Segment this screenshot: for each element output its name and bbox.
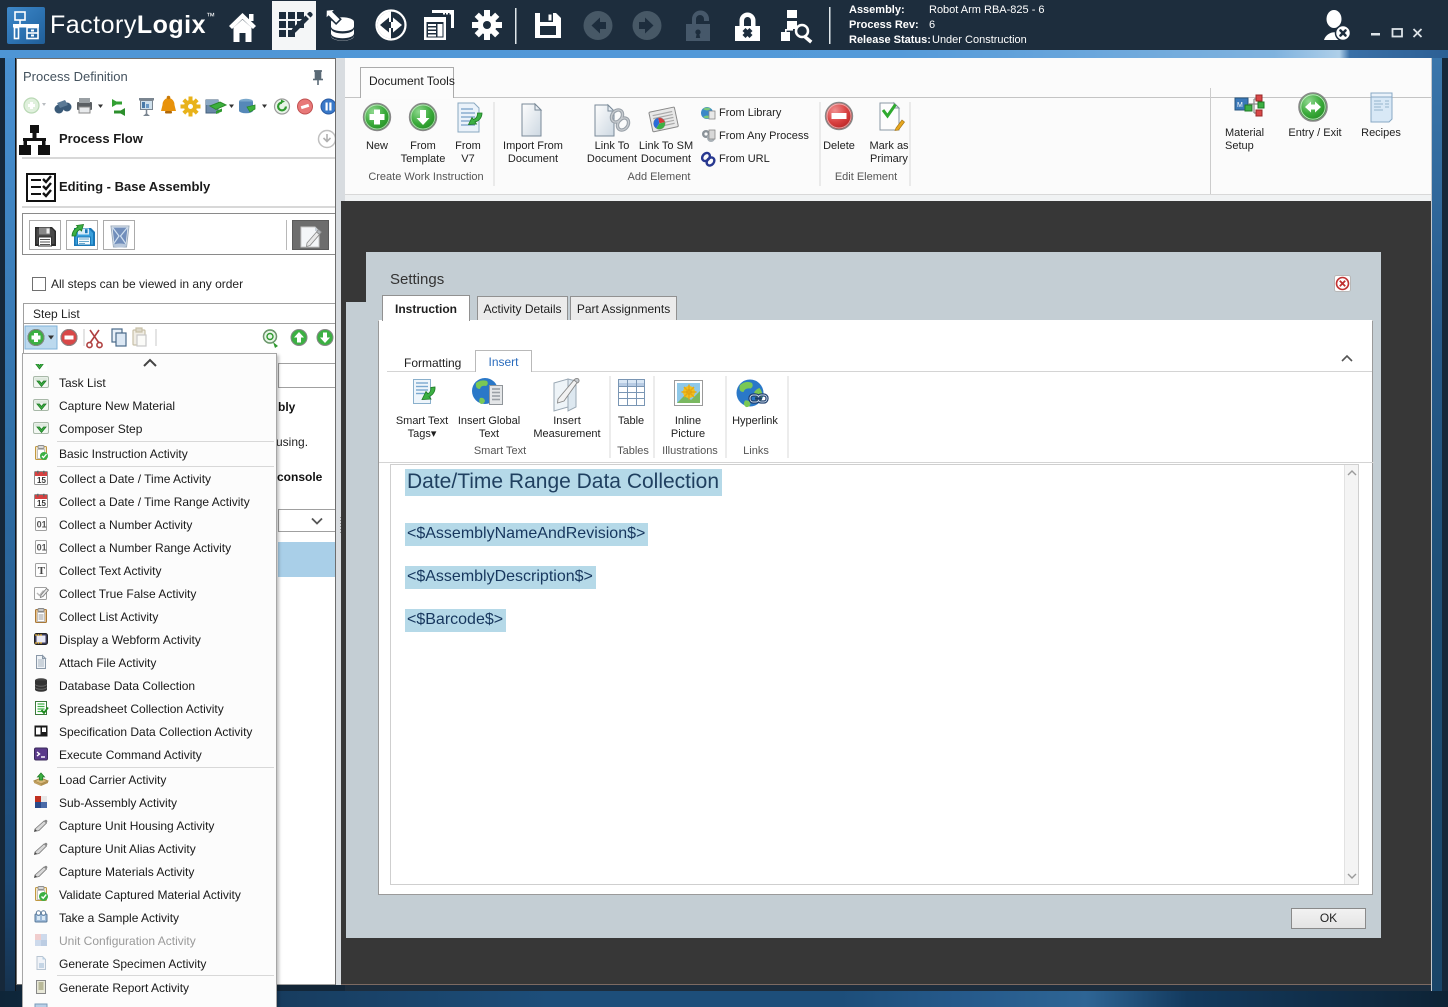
svg-text:01: 01 (37, 520, 47, 530)
svg-text:M: M (1237, 102, 1243, 109)
svg-text:15: 15 (37, 476, 46, 485)
svg-text:15: 15 (37, 499, 46, 508)
svg-text:01: 01 (37, 543, 47, 553)
svg-text:T: T (38, 565, 46, 577)
